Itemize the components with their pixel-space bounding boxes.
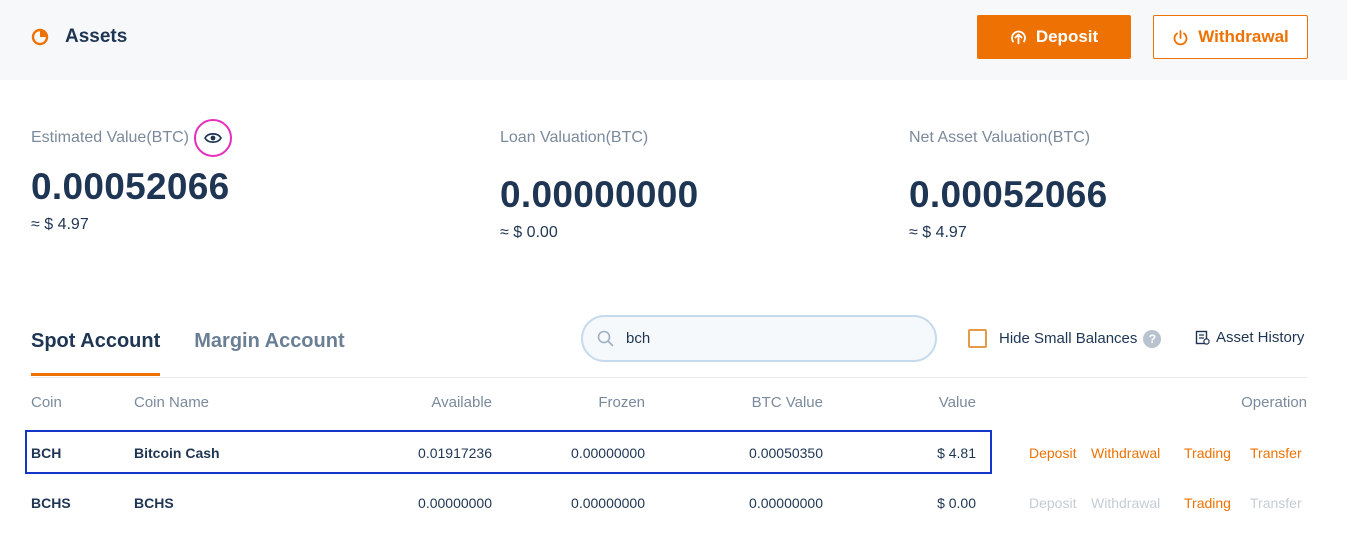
header-btc-value: BTC Value — [751, 394, 823, 411]
op-withdrawal-link[interactable]: Withdrawal — [1091, 445, 1160, 461]
header-value: Value — [938, 394, 976, 411]
btc-value: 0.00050350 — [749, 445, 823, 461]
coin-symbol: BCHS — [31, 495, 71, 511]
withdrawal-button-label: Withdrawal — [1198, 27, 1289, 46]
table-divider — [31, 377, 1307, 378]
op-withdrawal-link-disabled: Withdrawal — [1091, 495, 1161, 511]
table-header: Coin Coin Name Available Frozen BTC Valu… — [0, 394, 1347, 414]
loan-valuation-stat: Loan Valuation(BTC) 0.00000000 ≈ $ 0.00 — [500, 126, 698, 242]
pie-chart-icon — [31, 28, 49, 46]
help-icon[interactable]: ? — [1143, 329, 1162, 348]
loan-valuation-usd: ≈ $ 0.00 — [500, 224, 558, 241]
coin-symbol: BCH — [31, 445, 62, 461]
btc-value: 0.00000000 — [749, 495, 823, 511]
asset-history-link[interactable]: Asset History — [1195, 329, 1304, 346]
frozen-amount: 0.00000000 — [571, 495, 645, 511]
header-frozen: Frozen — [598, 394, 645, 411]
estimated-value-usd: ≈ $ 4.97 — [31, 216, 89, 233]
account-tabs: Spot Account Margin Account — [31, 326, 379, 378]
available-amount: 0.01917236 — [418, 445, 492, 461]
op-trading-link[interactable]: Trading — [1184, 445, 1231, 461]
deposit-button-label: Deposit — [1035, 27, 1099, 46]
hide-small-balances-checkbox[interactable] — [968, 329, 987, 348]
net-asset-valuation-label: Net Asset Valuation(BTC) — [909, 129, 1091, 146]
op-deposit-link[interactable]: Deposit — [1029, 445, 1076, 461]
estimated-value-label-row: Estimated Value(BTC) — [31, 119, 232, 157]
coin-search — [581, 315, 937, 362]
header-coin-name: Coin Name — [134, 394, 210, 411]
loan-valuation-amount: 0.00000000 — [500, 174, 699, 215]
toggle-visibility-button[interactable] — [193, 119, 232, 157]
net-asset-valuation-usd: ≈ $ 4.97 — [909, 224, 967, 241]
search-icon — [597, 330, 614, 347]
eye-icon — [204, 133, 222, 143]
tab-margin-account[interactable]: Margin Account — [194, 326, 344, 376]
estimated-value-label: Estimated Value(BTC) — [31, 129, 189, 146]
header-operation: Operation — [1241, 394, 1307, 411]
title-wrap: Assets — [31, 26, 127, 48]
hide-small-balances: Hide Small Balances ? — [968, 329, 1162, 348]
table-row[interactable]: BCH Bitcoin Cash 0.01917236 0.00000000 0… — [0, 433, 1347, 473]
power-icon — [1173, 29, 1188, 45]
coin-name: BCHS — [134, 495, 174, 511]
tab-spot-account[interactable]: Spot Account — [31, 326, 161, 376]
coin-name: Bitcoin Cash — [134, 445, 220, 461]
estimated-value-stat: Estimated Value(BTC) 0.00052066 ≈ $ 4.97 — [31, 119, 232, 234]
op-transfer-link-disabled: Transfer — [1250, 495, 1302, 511]
frozen-amount: 0.00000000 — [571, 445, 645, 461]
history-document-icon — [1195, 330, 1210, 345]
upload-circle-icon — [1010, 30, 1026, 44]
header-coin: Coin — [31, 394, 62, 411]
op-deposit-link-disabled: Deposit — [1029, 495, 1077, 511]
hide-small-balances-label: Hide Small Balances — [999, 330, 1138, 347]
asset-history-label: Asset History — [1216, 329, 1305, 346]
estimated-value-amount: 0.00052066 — [31, 166, 230, 207]
deposit-button[interactable]: Deposit — [977, 15, 1131, 59]
withdrawal-button[interactable]: Withdrawal — [1153, 15, 1308, 59]
page-title: Assets — [65, 26, 128, 47]
usd-value: $ 0.00 — [937, 495, 976, 511]
op-transfer-link[interactable]: Transfer — [1250, 445, 1302, 461]
page-header: Assets Deposit Withdrawal — [0, 0, 1347, 80]
loan-valuation-label: Loan Valuation(BTC) — [500, 129, 649, 146]
net-asset-valuation-amount: 0.00052066 — [909, 174, 1108, 215]
net-asset-valuation-stat: Net Asset Valuation(BTC) 0.00052066 ≈ $ … — [909, 126, 1107, 242]
available-amount: 0.00000000 — [418, 495, 492, 511]
usd-value: $ 4.81 — [937, 445, 976, 461]
header-available: Available — [431, 394, 492, 411]
op-trading-link[interactable]: Trading — [1184, 495, 1231, 511]
table-row[interactable]: BCHS BCHS 0.00000000 0.00000000 0.000000… — [0, 483, 1347, 523]
search-input[interactable] — [626, 330, 906, 347]
